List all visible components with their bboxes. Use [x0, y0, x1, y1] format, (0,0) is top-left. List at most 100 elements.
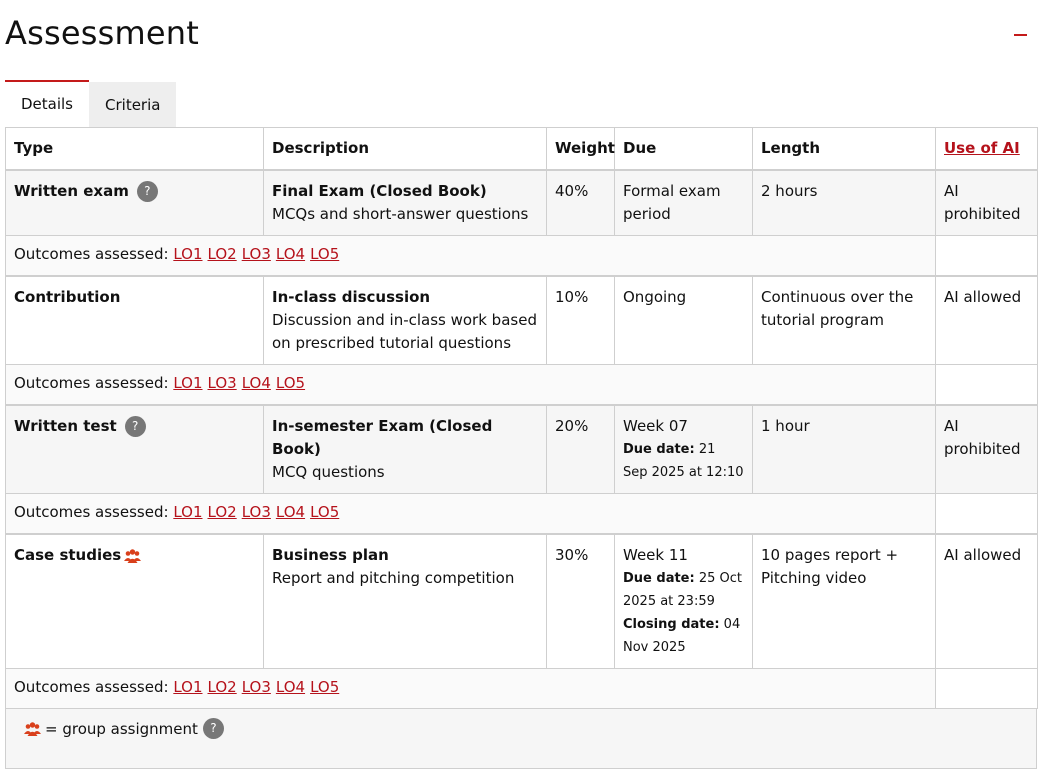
tab-bar: Details Criteria — [5, 80, 177, 127]
outcomes-cell: Outcomes assessed: LO1 LO2 LO3 LO4 LO5 — [5, 668, 936, 709]
due-cell: Week 07 Due date: 21 Sep 2025 at 12:10 — [614, 404, 753, 494]
description-title: Business plan — [272, 546, 389, 564]
page-title: Assessment — [5, 14, 199, 52]
outcome-link-lo4[interactable]: LO4 — [242, 374, 271, 392]
weight-cell: 30% — [546, 533, 615, 669]
group-legend-text: = group assignment — [45, 719, 198, 738]
outcome-link-lo2[interactable]: LO2 — [208, 245, 237, 263]
type-cell: Written exam? — [5, 169, 264, 236]
length-cell: 2 hours — [752, 169, 936, 236]
due-cell: Ongoing — [614, 275, 753, 365]
due-week: Week 11 — [623, 546, 688, 564]
outcome-link-lo3[interactable]: LO3 — [208, 374, 237, 392]
description-text: MCQ questions — [272, 463, 385, 481]
help-icon[interactable]: ? — [124, 416, 146, 437]
outcomes-row: Outcomes assessed: LO1 LO2 LO3 LO4 LO5 — [5, 668, 1038, 709]
group-icon — [124, 548, 142, 563]
col-header-ai[interactable]: Use of AI — [935, 127, 1038, 171]
col-header-weight: Weight — [546, 127, 615, 171]
ai-cell: AI prohibited — [935, 169, 1038, 236]
group-legend: = group assignment ? — [24, 718, 224, 739]
tab-details[interactable]: Details — [5, 80, 90, 126]
outcome-link-lo1[interactable]: LO1 — [173, 678, 202, 696]
outcomes-row: Outcomes assessed: LO1 LO3 LO4 LO5 — [5, 364, 1038, 406]
ai-cell: AI allowed — [935, 533, 1038, 669]
table-row: Case studies Business plan Report and pit… — [5, 533, 1038, 669]
outcomes-gap-cell — [935, 493, 1038, 535]
due-date-label: Due date: — [623, 571, 695, 586]
outcome-link-lo2[interactable]: LO2 — [208, 678, 237, 696]
tab-criteria[interactable]: Criteria — [89, 82, 177, 127]
weight-cell: 20% — [546, 404, 615, 494]
outcomes-label: Outcomes assessed: — [14, 503, 169, 521]
table-row: Written exam? Final Exam (Closed Book) MC… — [5, 169, 1038, 236]
use-of-ai-link[interactable]: Use of AI — [944, 139, 1020, 157]
type-cell: Case studies — [5, 533, 264, 669]
ai-cell: AI prohibited — [935, 404, 1038, 494]
outcome-link-lo1[interactable]: LO1 — [173, 374, 202, 392]
description-title: In-semester Exam (Closed Book) — [272, 417, 493, 458]
table-row: Written test? In-semester Exam (Closed B… — [5, 404, 1038, 494]
outcome-link-lo5[interactable]: LO5 — [276, 374, 305, 392]
outcomes-cell: Outcomes assessed: LO1 LO2 LO3 LO4 LO5 — [5, 493, 936, 535]
type-label: Contribution — [14, 288, 121, 306]
outcomes-gap-cell — [935, 364, 1038, 406]
table-row: Contribution In-class discussion Discussi… — [5, 275, 1038, 365]
outcome-link-lo5[interactable]: LO5 — [310, 503, 339, 521]
outcome-link-lo5[interactable]: LO5 — [310, 678, 339, 696]
due-cell: Formal exam period — [614, 169, 753, 236]
description-text: MCQs and short-answer questions — [272, 205, 529, 223]
description-text: Discussion and in-class work based on pr… — [272, 311, 537, 352]
weight-cell: 40% — [546, 169, 615, 236]
collapse-icon[interactable] — [1014, 34, 1027, 36]
outcome-link-lo1[interactable]: LO1 — [173, 503, 202, 521]
type-cell: Written test? — [5, 404, 264, 494]
outcomes-label: Outcomes assessed: — [14, 245, 169, 263]
outcomes-cell: Outcomes assessed: LO1 LO2 LO3 LO4 LO5 — [5, 235, 936, 277]
col-header-due: Due — [614, 127, 753, 171]
description-cell: In-class discussion Discussion and in-cla… — [263, 275, 547, 365]
outcome-link-lo2[interactable]: LO2 — [208, 503, 237, 521]
due-date-label: Due date: — [623, 442, 695, 457]
outcome-link-lo3[interactable]: LO3 — [242, 503, 271, 521]
type-label: Written test — [14, 417, 117, 435]
outcome-link-lo4[interactable]: LO4 — [276, 503, 305, 521]
outcomes-gap-cell — [935, 235, 1038, 277]
col-header-type: Type — [5, 127, 264, 171]
description-cell: Final Exam (Closed Book) MCQs and short-a… — [263, 169, 547, 236]
type-label: Case studies — [14, 546, 122, 564]
due-date-line: Due date: 21 Sep 2025 at 12:10 — [623, 438, 744, 484]
help-icon[interactable]: ? — [202, 718, 224, 739]
length-cell: Continuous over the tutorial program — [752, 275, 936, 365]
outcomes-label: Outcomes assessed: — [14, 678, 169, 696]
outcome-link-lo4[interactable]: LO4 — [276, 245, 305, 263]
description-title: Final Exam (Closed Book) — [272, 182, 487, 200]
type-label: Written exam — [14, 182, 129, 200]
assessment-table: Type Description Weight Due Length Use o… — [5, 127, 1038, 769]
due-week: Week 07 — [623, 417, 688, 435]
help-icon[interactable]: ? — [136, 181, 158, 202]
outcome-link-lo1[interactable]: LO1 — [173, 245, 202, 263]
legend-footer: = group assignment ? — [5, 709, 1037, 769]
description-title: In-class discussion — [272, 288, 431, 306]
description-cell: In-semester Exam (Closed Book) MCQ questi… — [263, 404, 547, 494]
outcome-link-lo4[interactable]: LO4 — [276, 678, 305, 696]
outcomes-row: Outcomes assessed: LO1 LO2 LO3 LO4 LO5 — [5, 235, 1038, 277]
type-cell: Contribution — [5, 275, 264, 365]
group-icon — [24, 721, 41, 736]
outcome-link-lo5[interactable]: LO5 — [310, 245, 339, 263]
outcome-link-lo3[interactable]: LO3 — [242, 678, 271, 696]
outcomes-row: Outcomes assessed: LO1 LO2 LO3 LO4 LO5 — [5, 493, 1038, 535]
closing-date-line: Closing date: 04 Nov 2025 — [623, 613, 744, 659]
due-date-line: Due date: 25 Oct 2025 at 23:59 — [623, 567, 744, 613]
col-header-length: Length — [752, 127, 936, 171]
due-cell: Week 11 Due date: 25 Oct 2025 at 23:59 Clo… — [614, 533, 753, 669]
col-header-description: Description — [263, 127, 547, 171]
weight-cell: 10% — [546, 275, 615, 365]
outcomes-cell: Outcomes assessed: LO1 LO3 LO4 LO5 — [5, 364, 936, 406]
outcomes-gap-cell — [935, 668, 1038, 709]
outcome-link-lo3[interactable]: LO3 — [242, 245, 271, 263]
length-cell: 1 hour — [752, 404, 936, 494]
description-text: Report and pitching competition — [272, 569, 515, 587]
outcomes-label: Outcomes assessed: — [14, 374, 169, 392]
